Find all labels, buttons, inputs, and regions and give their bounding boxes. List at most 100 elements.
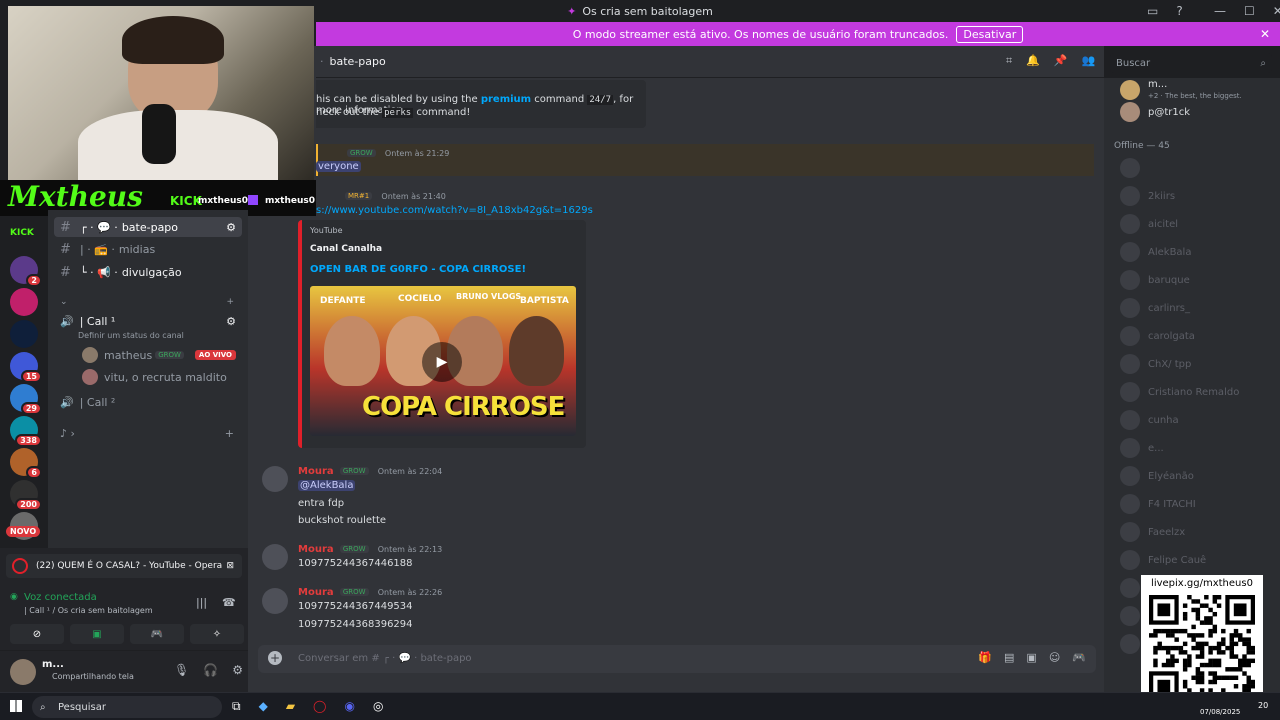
member-item[interactable]: m... +2 · The best, the biggest. [1120,79,1242,100]
add-channel-icon[interactable]: + [225,427,234,440]
microphone-icon[interactable]: 🎙 [174,663,189,677]
member-item[interactable]: F4 ITACHI [1120,494,1196,514]
member-item[interactable]: Elyéanão [1120,466,1194,486]
help-icon[interactable]: ? [1176,4,1182,18]
member-item[interactable]: baruque [1120,270,1190,290]
inbox-icon[interactable]: ▭ [1147,4,1158,18]
gamepad-icon[interactable]: 🎮 [1072,651,1086,664]
server-icon[interactable]: 338 [10,416,42,447]
gif-icon[interactable]: ▤ [1004,651,1014,664]
deactivate-button[interactable]: Desativar [956,25,1024,43]
channel-status[interactable]: Definir um status do canal [78,331,184,340]
server-icon[interactable]: 200 [10,480,42,511]
pin-icon[interactable]: 📌 [1054,54,1068,68]
embed-author[interactable]: Canal Canalha [310,244,382,254]
avatar[interactable] [262,588,288,614]
member-item[interactable]: p@tr1ck [1120,102,1190,122]
screen-share-button[interactable]: ▣ [70,624,124,644]
activity-button[interactable]: 🎮 [130,624,184,644]
server-icon[interactable]: 6 [10,448,42,479]
camera-off-button[interactable]: ⊘ [10,624,64,644]
music-category[interactable]: ♪ › + [54,423,242,443]
search-input[interactable]: Buscar ⌕ [1110,53,1272,73]
discord-icon[interactable]: ◉ [344,699,354,714]
member-item[interactable]: ChX/ tpp [1120,354,1191,374]
member-item[interactable]: AlekBala [1120,242,1191,262]
bell-icon[interactable]: 🔔 [1026,54,1040,68]
banner-close-icon[interactable]: ✕ [1260,27,1270,41]
voice-user[interactable]: matheus GROW AO VIVO [76,345,242,365]
channel-midias[interactable]: # | · 📻 · midias [54,239,242,259]
avatar[interactable] [262,466,288,492]
voice-location[interactable]: | Call ¹ / Os cria sem baitolagem [24,606,153,615]
voice-channel-call1[interactable]: 🔊 | Call ¹ ⚙ [54,311,242,331]
start-icon[interactable] [10,700,22,712]
server-icon[interactable]: 29 [10,384,42,415]
voice-status[interactable]: Voz conectada [24,592,97,603]
kick-server-icon[interactable]: KICK [10,228,34,238]
server-icon[interactable] [10,320,38,348]
voice-channel-call2[interactable]: 🔊 | Call ² [54,392,242,412]
emoji-icon[interactable]: ☺ [1049,651,1060,664]
file-explorer-icon[interactable]: ▰ [286,699,295,714]
member-item[interactable]: carolgata [1120,326,1195,346]
close-share-icon[interactable]: ⊠ [226,561,234,571]
member-item[interactable]: Faeelzx [1120,522,1185,542]
channel-divulgacao[interactable]: # └ · 📢 · divulgação [54,262,242,282]
sticker-icon[interactable]: ▣ [1026,651,1036,664]
server-icon[interactable] [10,288,38,316]
embed-title[interactable]: OPEN BAR DE G0RFO - COPA CIRROSE! [310,264,526,275]
video-thumbnail[interactable]: DEFANTE COCIELO BRUNO VLOGS BAPTISTA ▶ C… [310,286,576,436]
streamer-mode-banner: O modo streamer está ativo. Os nomes de … [316,22,1280,46]
avatar [1120,354,1140,374]
close-button[interactable]: ✕ [1273,4,1280,18]
message-line: 109775244367449534 [298,601,413,612]
copilot-icon[interactable]: ◆ [259,699,268,714]
gift-icon[interactable]: 🎁 [978,651,992,664]
member-name: Faeelzx [1148,526,1186,538]
noise-icon[interactable]: ||| [196,596,207,609]
screen-share-app[interactable]: (22) QUEM É O CASAL? - YouTube - Opera ⊠ [6,554,242,578]
threads-icon[interactable]: ⌗ [1006,54,1012,68]
settings-icon[interactable]: ⚙ [226,221,236,234]
channel-bate-papo[interactable]: # ┌ · 💬 · bate-papo ⚙ [54,217,242,237]
member-item[interactable] [1120,158,1148,178]
taskbar-search[interactable]: ⌕ Pesquisar [32,696,222,718]
member-item[interactable]: cunha [1120,410,1179,430]
avatar [1120,382,1140,402]
members-icon[interactable]: 👥 [1082,54,1096,68]
avatar[interactable] [262,544,288,570]
member-name: carolgata [1148,330,1195,342]
user-avatar[interactable] [10,659,36,685]
disconnect-icon[interactable]: ☎ [222,596,236,609]
member-item[interactable]: Cristiano Remaldo [1120,382,1239,402]
message-composer[interactable]: + Conversar em # ┌ · 💬 · bate-papo 🎁 ▤ ▣… [258,645,1096,673]
task-view-icon[interactable]: ⧉ [232,699,241,714]
user-settings-icon[interactable]: ⚙ [232,663,243,677]
soundboard-button[interactable]: ✧ [190,624,244,644]
add-channel-icon[interactable]: + [226,297,234,307]
voice-user[interactable]: vitu, o recruta maldito [76,367,242,387]
settings-icon[interactable]: ⚙ [226,315,236,328]
minimize-button[interactable]: — [1214,4,1226,18]
server-icon[interactable]: 15 [10,352,42,383]
user-name[interactable]: m... [42,659,64,670]
maximize-button[interactable]: ☐ [1244,4,1255,18]
bot-line-2: heck out the perks command! [316,107,471,118]
youtube-link[interactable]: s://www.youtube.com/watch?v=8I_A18xb42g&… [316,205,593,216]
opera-icon[interactable]: ◯ [313,699,326,714]
server-icon[interactable]: 2 [10,256,42,287]
category-header[interactable]: ⌄ + [54,292,242,312]
member-item[interactable]: e... [1120,438,1164,458]
member-item[interactable]: 2kiirs [1120,186,1175,206]
avatar [1120,298,1140,318]
obs-icon[interactable]: ◎ [373,699,383,714]
role-tag: GROW [347,149,376,157]
headset-icon[interactable]: 🎧 [203,663,218,677]
member-item[interactable]: carlinrs_ [1120,298,1190,318]
play-icon[interactable]: ▶ [422,342,462,382]
member-item[interactable]: Felipe Cauê [1120,550,1206,570]
everyone-meta: GROW Ontem às 21:29 [344,148,449,159]
member-item[interactable]: aicitel [1120,214,1178,234]
add-attachment-icon[interactable]: + [268,651,282,665]
